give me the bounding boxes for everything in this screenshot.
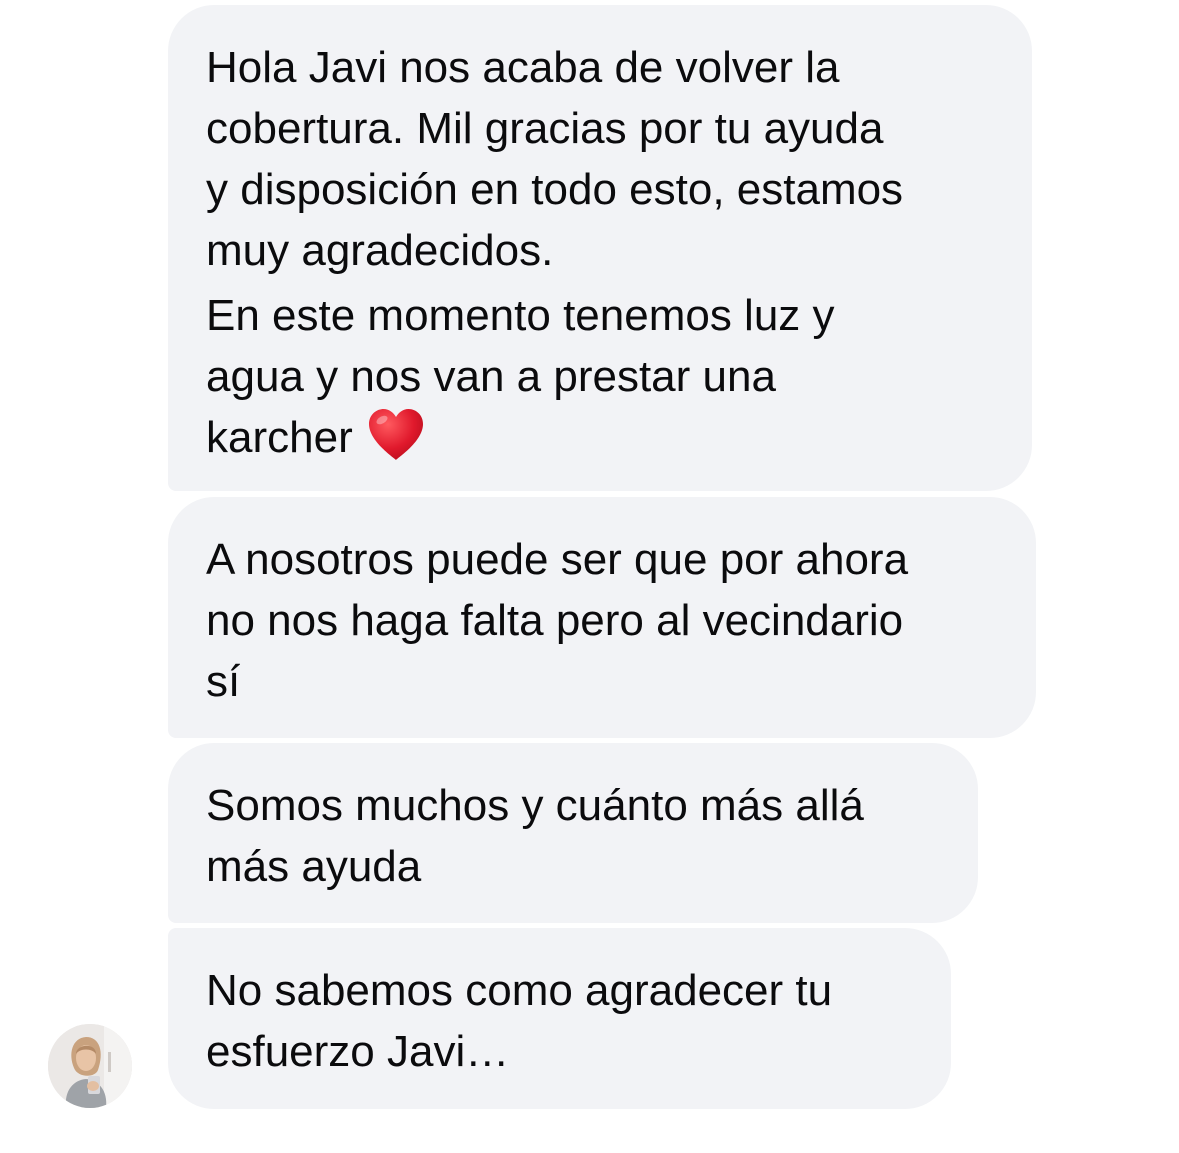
message-bubble-1[interactable]: Hola Javi nos acaba de volver la cobertu…: [168, 5, 1032, 491]
message-1-paragraph-2: En este momento tenemos luz y agua y nos…: [206, 285, 996, 478]
profile-photo-icon: [48, 1024, 132, 1108]
message-1-paragraph-2-text: En este momento tenemos luz y agua y nos…: [206, 291, 835, 462]
message-bubble-2[interactable]: A nosotros puede ser que por ahora no no…: [168, 497, 1036, 738]
message-3-text: Somos muchos y cuánto más allá más ayuda: [206, 781, 864, 891]
message-bubble-4[interactable]: No sabemos como agradecer tu esfuerzo Ja…: [168, 928, 951, 1109]
message-1-paragraph-1: Hola Javi nos acaba de volver la cobertu…: [206, 43, 904, 275]
message-bubble-3[interactable]: Somos muchos y cuánto más allá más ayuda: [168, 743, 978, 923]
message-4-text: No sabemos como agradecer tu esfuerzo Ja…: [206, 966, 833, 1076]
sender-avatar[interactable]: [48, 1024, 132, 1108]
red-heart-icon: [367, 408, 425, 478]
message-2-text: A nosotros puede ser que por ahora no no…: [206, 535, 909, 706]
